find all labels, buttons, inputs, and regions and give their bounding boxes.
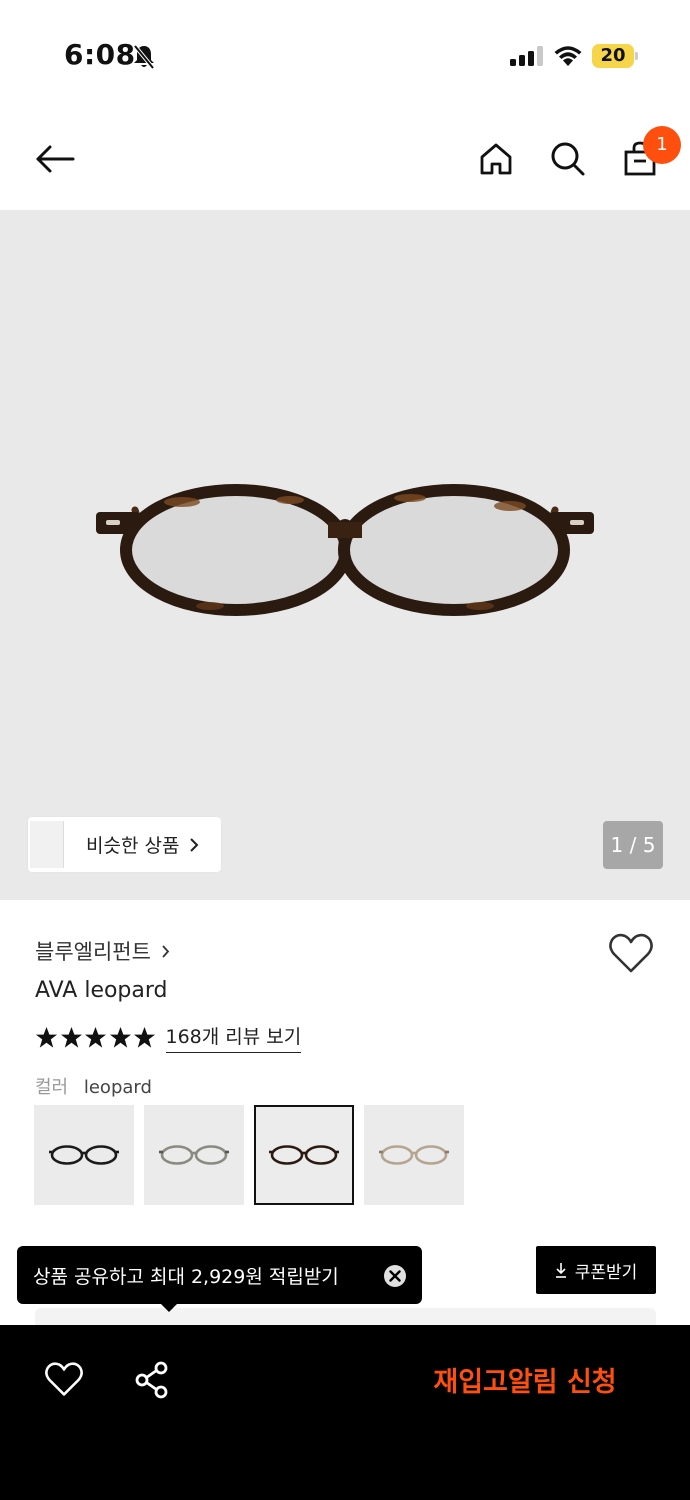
similar-products-label: 비슷한 상품	[86, 835, 180, 857]
star-rating	[35, 1026, 158, 1049]
share-reward-text: 상품 공유하고 최대 2,929원 적립받기	[33, 1265, 339, 1288]
share-icon	[135, 1361, 168, 1399]
product-image	[96, 484, 594, 616]
product-name: AVA leopard	[35, 978, 168, 1003]
review-link[interactable]: 168개 리뷰 보기	[165, 1022, 302, 1053]
share-reward-tooltip: 상품 공유하고 최대 2,929원 적립받기	[17, 1246, 422, 1312]
home-button[interactable]	[471, 134, 521, 184]
battery-icon: 20	[592, 44, 638, 68]
tooltip-arrow	[159, 1302, 179, 1312]
star-icon	[84, 1026, 107, 1048]
glasses-thumbnail	[269, 1145, 339, 1165]
close-icon[interactable]	[383, 1264, 407, 1288]
heart-icon	[609, 933, 653, 973]
brand-link[interactable]: 블루엘리펀트	[35, 936, 170, 966]
star-icon	[133, 1026, 156, 1048]
bottom-action-bar: 재입고알림 신청	[0, 1325, 690, 1500]
color-row: 컬러 leopard	[35, 1073, 152, 1099]
product-image-gallery[interactable]: 비슷한 상품 1 / 5	[0, 210, 690, 900]
search-icon	[551, 142, 585, 176]
color-swatch[interactable]	[144, 1105, 244, 1205]
cart-count-badge: 1	[643, 126, 681, 164]
chevron-right-icon	[162, 944, 170, 958]
similar-products-button[interactable]: 비슷한 상품	[28, 817, 221, 872]
color-swatch-selected[interactable]	[254, 1105, 354, 1205]
cart-button[interactable]: 1	[615, 126, 681, 184]
coupon-button[interactable]: 쿠폰받기	[536, 1246, 656, 1294]
share-button[interactable]	[133, 1361, 175, 1403]
download-icon	[555, 1263, 566, 1278]
color-value: leopard	[83, 1077, 152, 1098]
glasses-thumbnail	[379, 1145, 449, 1165]
back-button[interactable]	[30, 134, 80, 184]
cellular-signal-icon	[510, 46, 544, 70]
bell-slash-icon	[132, 44, 156, 70]
star-icon	[109, 1026, 131, 1048]
status-bar: 6:08 20	[0, 0, 690, 110]
home-icon	[480, 143, 512, 175]
glasses-thumbnail	[49, 1145, 119, 1165]
heart-icon	[45, 1362, 83, 1396]
color-swatch[interactable]	[34, 1105, 134, 1205]
color-swatches	[34, 1105, 474, 1205]
star-icon	[35, 1026, 58, 1048]
image-page-indicator: 1 / 5	[603, 821, 663, 869]
brand-name: 블루엘리펀트	[35, 940, 151, 964]
restock-alert-button[interactable]: 재입고알림 신청	[400, 1355, 650, 1411]
bottom-wishlist-button[interactable]	[44, 1361, 86, 1403]
glasses-thumbnail	[159, 1145, 229, 1165]
similar-product-thumbnails	[30, 817, 70, 872]
rating-row: 168개 리뷰 보기	[35, 1022, 302, 1053]
color-label: 컬러	[35, 1077, 69, 1098]
battery-level: 20	[600, 45, 626, 66]
star-icon	[60, 1026, 82, 1048]
status-time: 6:08	[64, 38, 136, 71]
back-arrow-icon	[36, 145, 75, 173]
coupon-button-label: 쿠폰받기	[574, 1262, 638, 1283]
color-swatch[interactable]	[364, 1105, 464, 1205]
wifi-icon	[553, 44, 583, 72]
wishlist-button[interactable]	[608, 932, 656, 980]
chevron-right-icon	[190, 837, 199, 852]
search-button[interactable]	[543, 134, 593, 184]
nav-bar: 1	[0, 110, 690, 210]
